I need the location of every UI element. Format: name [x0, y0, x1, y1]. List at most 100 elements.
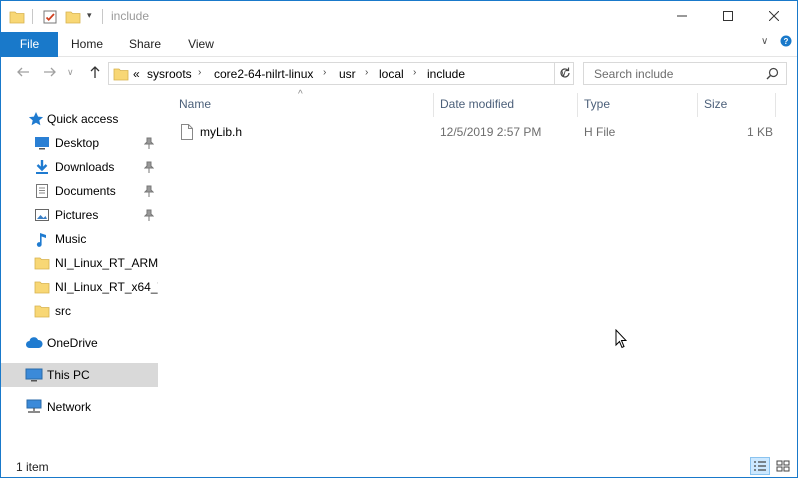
help-icon[interactable]: ? [780, 35, 792, 50]
sort-ascending-icon: ^ [298, 89, 303, 100]
sidebar-item-music[interactable]: Music [1, 227, 158, 251]
sidebar-item-src[interactable]: src [1, 299, 158, 323]
sidebar-label: OneDrive [47, 336, 98, 350]
sidebar-label: NI_Linux_RT_x64_Te [55, 280, 158, 294]
sidebar-item-ni-linux-rt-armv7[interactable]: NI_Linux_RT_ARMv7 [1, 251, 158, 275]
window-title: include [111, 9, 150, 23]
breadcrumb-include[interactable]: include [427, 67, 465, 81]
column-header-date[interactable]: Date modified [440, 97, 514, 111]
breadcrumb-chevron-icon[interactable]: › [198, 67, 201, 78]
sidebar-label: Desktop [55, 136, 100, 150]
sidebar-item-onedrive[interactable]: OneDrive [1, 331, 158, 355]
network-icon [25, 399, 42, 415]
expand-ribbon-icon[interactable]: ∨ [761, 36, 768, 47]
documents-icon [34, 183, 50, 199]
svg-text:?: ? [784, 37, 789, 46]
folder-icon [34, 255, 50, 271]
breadcrumb-chevron-icon[interactable]: › [413, 67, 416, 78]
large-icons-view-icon [776, 460, 790, 472]
file-size: 1 KB [747, 125, 774, 139]
sidebar-label: This PC [47, 368, 90, 382]
pictures-icon [34, 207, 50, 223]
recent-locations-chevron-icon[interactable]: ∨ [67, 67, 74, 78]
sidebar-label: Documents [55, 184, 116, 198]
column-header-name[interactable]: Name [179, 97, 211, 111]
address-bar[interactable]: « sysroots › core2-64-nilrt-linux › usr … [108, 62, 555, 85]
title-bar: ▾ include [1, 1, 797, 32]
breadcrumb-core2-64-nilrt-linux[interactable]: core2-64-nilrt-linux [214, 67, 313, 81]
large-icons-view-button[interactable] [773, 457, 793, 475]
close-icon [769, 11, 779, 21]
details-view-icon [754, 461, 766, 471]
tab-home[interactable]: Home [63, 32, 111, 57]
sidebar-label: Downloads [55, 160, 115, 174]
column-header-size[interactable]: Size [704, 97, 727, 111]
file-icon [181, 124, 193, 143]
star-icon [28, 111, 44, 127]
sidebar-label: src [55, 304, 71, 318]
desktop-icon [34, 135, 50, 151]
sidebar-item-this-pc[interactable]: This PC [1, 363, 158, 387]
table-row[interactable]: myLib.h 12/5/2019 2:57 PM H File 1 KB [165, 121, 795, 143]
music-icon [34, 231, 50, 247]
mouse-cursor-icon [615, 328, 628, 352]
forward-arrow-icon[interactable] [43, 65, 57, 82]
sidebar-label: Pictures [55, 208, 99, 222]
search-icon[interactable] [766, 67, 779, 83]
sidebar-item-network[interactable]: Network [1, 395, 158, 419]
navigation-pane: Quick access Desktop Downloads Documents… [1, 93, 158, 453]
breadcrumb-chevron-icon[interactable]: › [365, 67, 368, 78]
breadcrumb-local[interactable]: local [379, 67, 404, 81]
details-view-button[interactable] [750, 457, 770, 475]
minimize-button[interactable] [659, 1, 705, 31]
properties-icon[interactable] [42, 9, 58, 28]
sidebar-label: NI_Linux_RT_ARMv7 [55, 256, 158, 270]
sidebar-label: Music [55, 232, 87, 246]
new-folder-icon[interactable] [65, 9, 81, 28]
folder-icon [9, 9, 25, 28]
address-overflow[interactable]: « [133, 67, 140, 81]
sidebar-item-desktop[interactable]: Desktop [1, 131, 158, 155]
sidebar-item-pictures[interactable]: Pictures [1, 203, 158, 227]
file-name: myLib.h [200, 125, 243, 139]
maximize-icon [723, 11, 733, 21]
sidebar-item-documents[interactable]: Documents [1, 179, 158, 203]
folder-icon [34, 279, 50, 295]
breadcrumb-usr[interactable]: usr [339, 67, 356, 81]
customize-toolbar-chevron-icon[interactable]: ▾ [87, 10, 92, 21]
tab-view[interactable]: View [177, 32, 225, 57]
sidebar-item-ni-linux-rt-x64[interactable]: NI_Linux_RT_x64_Te [1, 275, 158, 299]
status-bar: 1 item [1, 453, 797, 477]
up-arrow-icon[interactable] [88, 65, 102, 82]
pin-icon[interactable] [143, 161, 155, 173]
tab-share[interactable]: Share [121, 32, 169, 57]
breadcrumb-chevron-icon[interactable]: › [323, 67, 326, 78]
folder-icon [34, 303, 50, 319]
file-list: ^ Name Date modified Type Size myLib.h 1… [165, 89, 795, 453]
folder-icon [113, 66, 129, 85]
pin-icon[interactable] [143, 209, 155, 221]
minimize-icon [677, 15, 687, 17]
search-box[interactable]: Search include [583, 62, 787, 85]
explorer-window: ▾ include File Home Share View ∨ ? ∨ « s… [0, 0, 798, 478]
tab-file[interactable]: File [1, 32, 58, 57]
ribbon-tabs: File Home Share View ∨ ? [1, 32, 797, 57]
item-count: 1 item [16, 460, 49, 474]
cloud-icon [25, 335, 43, 351]
back-arrow-icon[interactable] [16, 65, 30, 82]
sidebar-label: Network [47, 400, 92, 414]
file-date: 12/5/2019 2:57 PM [440, 125, 542, 139]
downloads-icon [34, 159, 50, 175]
refresh-icon[interactable] [558, 66, 572, 83]
sidebar-item-quick-access[interactable]: Quick access [1, 107, 158, 131]
close-button[interactable] [751, 1, 797, 31]
file-type: H File [584, 125, 616, 139]
pin-icon[interactable] [143, 137, 155, 149]
sidebar-label: Quick access [47, 112, 119, 126]
column-header-type[interactable]: Type [584, 97, 610, 111]
maximize-button[interactable] [705, 1, 751, 31]
breadcrumb-sysroots[interactable]: sysroots [147, 67, 192, 81]
search-input[interactable]: Search include [594, 67, 673, 81]
sidebar-item-downloads[interactable]: Downloads [1, 155, 158, 179]
pin-icon[interactable] [143, 185, 155, 197]
